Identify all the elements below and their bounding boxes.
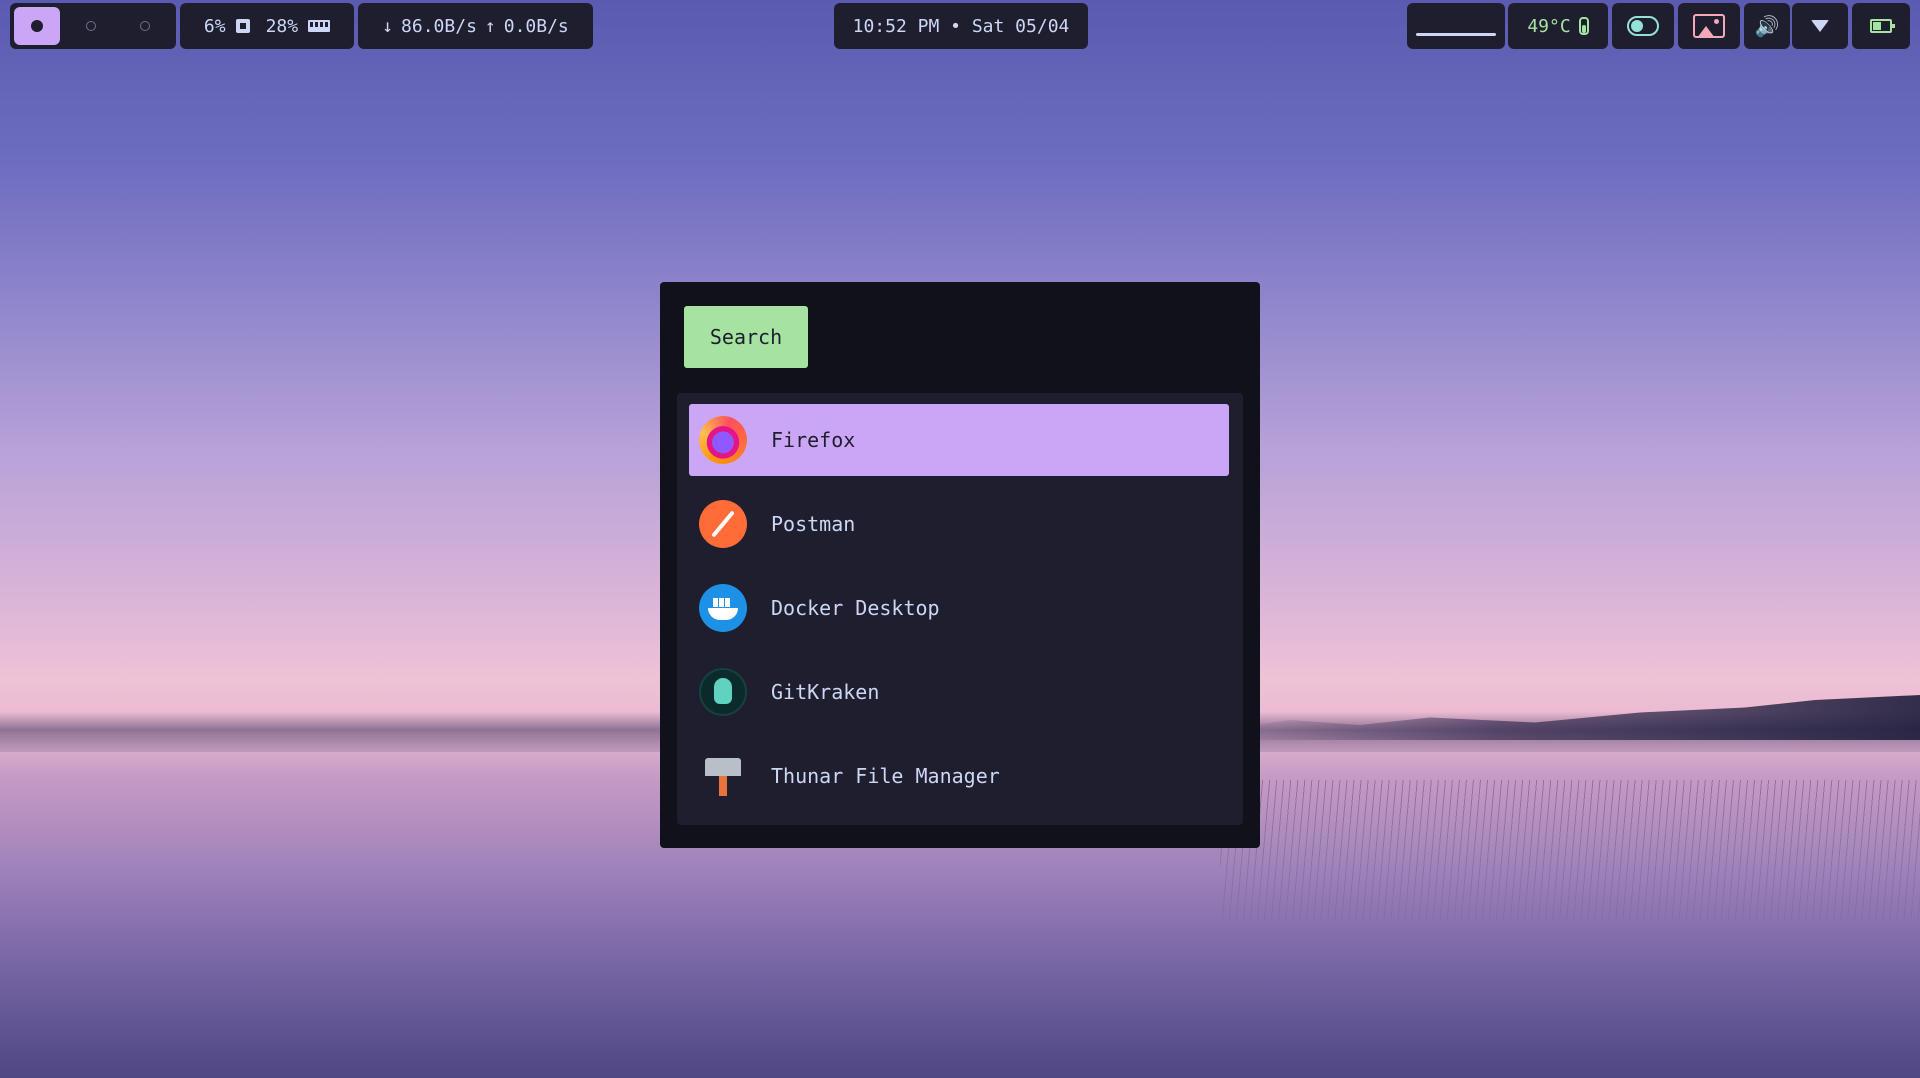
clock[interactable]: 10:52 PM • Sat 05/04 xyxy=(834,3,1088,49)
workspace-3[interactable] xyxy=(122,7,168,45)
app-item-label: Postman xyxy=(771,512,856,536)
app-item-label: Thunar File Manager xyxy=(771,764,1000,788)
volume-slider[interactable] xyxy=(1407,3,1505,49)
system-monitor[interactable]: 6% 28% xyxy=(180,3,354,49)
temperature-value: 49°C xyxy=(1527,15,1571,37)
cpu-chip-icon xyxy=(232,19,253,33)
battery-icon xyxy=(1870,19,1895,33)
download-arrow-icon: ↓ xyxy=(382,15,394,37)
download-speed: 86.0B/s xyxy=(401,15,477,37)
app-item-firefox[interactable]: Firefox xyxy=(689,404,1229,476)
workspace-1[interactable] xyxy=(14,7,60,45)
toggle-icon xyxy=(1627,16,1659,36)
volume-level-bar xyxy=(1416,32,1496,36)
thermometer-icon xyxy=(1578,17,1589,35)
battery-button[interactable] xyxy=(1852,3,1910,49)
upload-speed: 0.0B/s xyxy=(503,15,569,37)
workspace-empty-dot xyxy=(140,21,150,31)
wifi-button[interactable] xyxy=(1792,3,1848,49)
gitkraken-icon xyxy=(699,668,747,716)
app-item-thunar-file-manager[interactable]: Thunar File Manager xyxy=(689,740,1229,812)
postman-icon xyxy=(699,500,747,548)
temperature-widget[interactable]: 49°C xyxy=(1508,3,1608,49)
network-speed[interactable]: ↓ 86.0B/s ↑ 0.0B/s xyxy=(358,3,593,49)
thunar-icon xyxy=(699,752,747,800)
workspace-active-dot xyxy=(31,20,43,32)
app-item-postman[interactable]: Postman xyxy=(689,488,1229,560)
app-item-label: Firefox xyxy=(771,428,856,452)
docker-icon xyxy=(699,584,747,632)
image-icon xyxy=(1693,14,1725,38)
toggle-button[interactable] xyxy=(1612,3,1674,49)
clock-text: 10:52 PM • Sat 05/04 xyxy=(852,15,1070,37)
upload-arrow-icon: ↑ xyxy=(484,15,496,37)
app-list: Firefox Postman Docker Desktop GitKraken… xyxy=(677,393,1243,825)
app-launcher: Search Firefox Postman Docker Desktop Gi… xyxy=(660,282,1260,848)
wallpaper-button[interactable] xyxy=(1678,3,1740,49)
ram-usage: 28% xyxy=(265,15,299,37)
cpu-usage: 6% xyxy=(203,15,226,37)
wifi-icon xyxy=(1811,20,1829,32)
wallpaper-reeds xyxy=(1220,780,1920,920)
app-item-label: GitKraken xyxy=(771,680,880,704)
search-input[interactable]: Search xyxy=(684,306,808,368)
speaker-icon: 🔊 xyxy=(1754,14,1780,38)
sound-button[interactable]: 🔊 xyxy=(1744,3,1790,49)
workspace-switcher xyxy=(10,3,176,49)
app-item-gitkraken[interactable]: GitKraken xyxy=(689,656,1229,728)
workspace-empty-dot xyxy=(86,21,96,31)
workspace-2[interactable] xyxy=(68,7,114,45)
app-item-docker-desktop[interactable]: Docker Desktop xyxy=(689,572,1229,644)
firefox-icon xyxy=(699,416,747,464)
ram-icon xyxy=(308,20,331,32)
app-item-label: Docker Desktop xyxy=(771,596,940,620)
